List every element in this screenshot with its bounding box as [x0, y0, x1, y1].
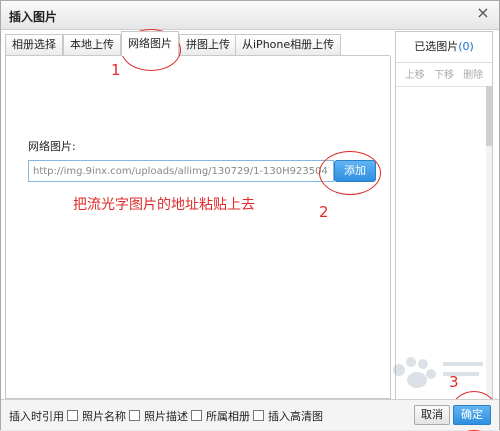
photo-name-label: 照片名称	[82, 410, 126, 423]
delete-link[interactable]: 删除	[463, 70, 483, 81]
opt-album[interactable]: 所属相册	[191, 408, 250, 424]
annotation-circle-add	[319, 151, 381, 195]
album-checkbox[interactable]	[191, 410, 202, 421]
opt-hd-image[interactable]: 插入高清图	[253, 408, 323, 424]
photo-desc-checkbox[interactable]	[129, 410, 140, 421]
selected-images-count: (0)	[458, 40, 474, 53]
tab-collage-upload[interactable]: 拼图上传	[179, 34, 237, 55]
photo-name-checkbox[interactable]	[67, 410, 78, 421]
ok-button[interactable]: 确定	[453, 405, 491, 425]
insert-image-dialog: 插入图片 × 相册选择 本地上传 网络图片 拼图上传 从iPhone相册上传 网…	[0, 0, 500, 431]
move-up-link[interactable]: 上移	[405, 70, 425, 81]
album-label: 所属相册	[206, 410, 250, 423]
annotation-step-3: 3	[449, 373, 459, 391]
photo-desc-label: 照片描述	[144, 410, 188, 423]
watermark-logo	[393, 357, 483, 388]
tab-local-upload[interactable]: 本地上传	[63, 34, 121, 55]
annotation-instruction: 把流光字图片的地址粘贴上去	[73, 197, 255, 213]
scrollbar-thumb[interactable]	[486, 86, 492, 146]
bottom-bar: 插入时引用 照片名称 照片描述 所属相册 插入高清图 取消 确定	[1, 399, 499, 430]
selected-images-label: 已选图片	[414, 40, 459, 53]
opt-photo-desc[interactable]: 照片描述	[129, 408, 188, 424]
cancel-button[interactable]: 取消	[414, 405, 450, 425]
insert-ref-label: 插入时引用	[9, 410, 64, 423]
url-label: 网络图片:	[28, 140, 76, 153]
hd-image-checkbox[interactable]	[253, 410, 264, 421]
move-down-link[interactable]: 下移	[434, 70, 454, 81]
dialog-title: 插入图片	[9, 10, 58, 24]
title-bar: 插入图片 ×	[1, 1, 499, 30]
tab-web-image[interactable]: 网络图片	[121, 31, 179, 56]
tab-iphone-upload[interactable]: 从iPhone相册上传	[235, 34, 342, 55]
selected-images-actions: 上移 下移 删除	[396, 66, 492, 84]
hd-image-label: 插入高清图	[268, 410, 323, 423]
selected-images-title: 已选图片(0)	[396, 32, 492, 63]
tab-album-select[interactable]: 相册选择	[5, 34, 63, 55]
image-url-input[interactable]	[28, 160, 334, 182]
close-icon[interactable]: ×	[475, 5, 491, 21]
annotation-step-1: 1	[111, 61, 121, 79]
annotation-step-2: 2	[319, 203, 329, 221]
opt-photo-name[interactable]: 照片名称	[67, 408, 126, 424]
web-image-panel: 网络图片: 添加	[5, 56, 391, 399]
